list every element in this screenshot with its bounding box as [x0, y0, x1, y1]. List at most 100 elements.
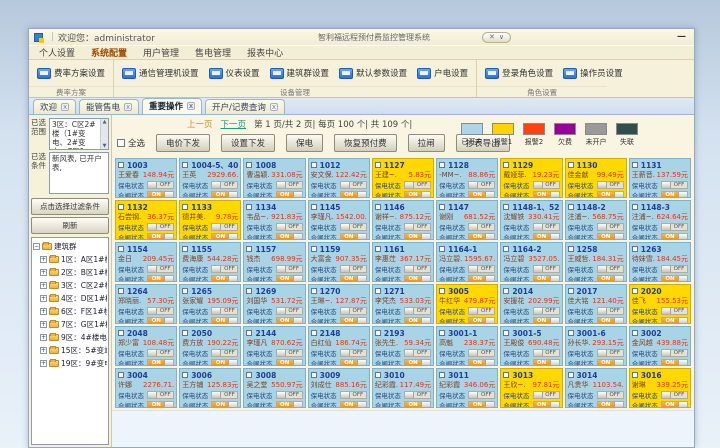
protect-status-toggle[interactable]: OFF	[147, 265, 174, 273]
card-checkbox[interactable]	[246, 330, 252, 336]
protect-status-toggle[interactable]: OFF	[533, 223, 560, 231]
expand-icon[interactable]: +	[40, 295, 47, 302]
switch-status-toggle[interactable]: ON	[533, 317, 560, 325]
switch-status-toggle[interactable]: ON	[211, 275, 238, 283]
card-checkbox[interactable]	[118, 372, 124, 378]
card-checkbox[interactable]	[503, 288, 509, 294]
card-checkbox[interactable]	[311, 204, 317, 210]
meter-card[interactable]: 1263 待妹雪. 184.45元 保电状态 OFF	[629, 242, 691, 282]
switch-status-toggle[interactable]: ON	[597, 275, 624, 283]
default-params-settings-button[interactable]: 默认参数设置	[339, 67, 407, 79]
card-checkbox[interactable]	[632, 162, 638, 168]
switch-status-toggle[interactable]: ON	[404, 191, 431, 199]
switch-status-toggle[interactable]: ON	[597, 233, 624, 241]
meter-card[interactable]: 3005 牛红华 479.87元 保电状态 OFF	[436, 284, 498, 324]
card-checkbox[interactable]	[503, 372, 509, 378]
meter-card[interactable]: 1131 王薪音. 137.59元 保电状态 OFF	[629, 158, 691, 198]
card-checkbox[interactable]	[632, 288, 638, 294]
protect-status-toggle[interactable]: OFF	[276, 391, 303, 399]
tree-root[interactable]: − 建筑群	[33, 240, 107, 253]
switch-status-toggle[interactable]: ON	[211, 191, 238, 199]
card-checkbox[interactable]	[632, 372, 638, 378]
protect-status-toggle[interactable]: OFF	[340, 181, 367, 189]
card-checkbox[interactable]	[246, 162, 252, 168]
switch-status-toggle[interactable]: ON	[597, 317, 624, 325]
meter-card[interactable]: 3004 许娜 2276.71. 保电状态 OFF	[115, 368, 177, 408]
switch-status-toggle[interactable]: ON	[597, 359, 624, 367]
switch-status-toggle[interactable]: ON	[533, 191, 560, 199]
protect-status-toggle[interactable]: OFF	[468, 307, 495, 315]
menu-item-sales[interactable]: 售电管理	[195, 46, 231, 59]
card-checkbox[interactable]	[568, 162, 574, 168]
switch-status-toggle[interactable]: ON	[147, 275, 174, 283]
tree-item[interactable]: + 15区：5#变站（3#	[33, 344, 107, 357]
protect-status-toggle[interactable]: OFF	[211, 391, 238, 399]
switch-status-toggle[interactable]: ON	[211, 233, 238, 241]
card-checkbox[interactable]	[439, 162, 445, 168]
card-checkbox[interactable]	[568, 372, 574, 378]
protect-status-toggle[interactable]: OFF	[661, 265, 688, 273]
card-checkbox[interactable]	[375, 246, 381, 252]
protect-status-toggle[interactable]: OFF	[404, 265, 431, 273]
switch-status-toggle[interactable]: ON	[276, 359, 303, 367]
meter-settings-button[interactable]: 仪表设置	[209, 67, 260, 79]
switch-status-toggle[interactable]: ON	[597, 401, 624, 409]
expand-icon[interactable]: +	[40, 334, 47, 341]
switch-status-toggle[interactable]: ON	[533, 359, 560, 367]
building-group-settings-button[interactable]: 建筑群设置	[270, 67, 330, 79]
card-checkbox[interactable]	[311, 330, 317, 336]
card-checkbox[interactable]	[246, 204, 252, 210]
meter-card[interactable]: 3011 纪彩霞 346.06元 保电状态 OFF	[436, 368, 498, 408]
protect-status-toggle[interactable]: OFF	[597, 223, 624, 231]
protect-status-toggle[interactable]: OFF	[211, 265, 238, 273]
protect-status-toggle[interactable]: OFF	[597, 349, 624, 357]
tab-important-operations[interactable]: 重要操作 x	[142, 98, 202, 114]
tab-welcome[interactable]: 欢迎 x	[33, 99, 76, 114]
card-checkbox[interactable]	[568, 204, 574, 210]
expand-icon[interactable]: +	[40, 308, 47, 315]
meter-card[interactable]: 1271 李凭杰 533.03元 保电状态 OFF	[372, 284, 434, 324]
select-all-control[interactable]: 全选	[117, 137, 145, 149]
toolbar-button[interactable]: 设置下发	[221, 134, 275, 152]
expand-icon[interactable]: +	[40, 321, 47, 328]
card-checkbox[interactable]	[182, 204, 188, 210]
protect-status-toggle[interactable]: OFF	[661, 181, 688, 189]
card-checkbox[interactable]	[375, 288, 381, 294]
card-checkbox[interactable]	[632, 246, 638, 252]
close-icon[interactable]: x	[270, 103, 278, 111]
card-checkbox[interactable]	[182, 246, 188, 252]
switch-status-toggle[interactable]: ON	[661, 233, 688, 241]
menu-item-users[interactable]: 用户管理	[143, 46, 179, 59]
meter-card[interactable]: 3010 纪彩霞. 117.49元 保电状态 OFF	[372, 368, 434, 408]
card-checkbox[interactable]	[439, 204, 445, 210]
protect-status-toggle[interactable]: OFF	[340, 307, 367, 315]
card-checkbox[interactable]	[311, 372, 317, 378]
menu-item-personal[interactable]: 个人设置	[39, 46, 75, 59]
arrow-down-icon[interactable]: ▼	[101, 143, 108, 149]
card-checkbox[interactable]	[503, 204, 509, 210]
meter-card[interactable]: 1155 费海康 544.28元 保电状态 OFF	[179, 242, 241, 282]
meter-card[interactable]: 3008 吴之堂 550.97元 保电状态 OFF	[243, 368, 305, 408]
meter-card[interactable]: 1127 王建~. 5.83元 保电状态 OFF	[372, 158, 434, 198]
card-checkbox[interactable]	[375, 372, 381, 378]
card-checkbox[interactable]	[375, 204, 381, 210]
meter-card[interactable]: 2020 佳飞 155.53元 保电状态 OFF	[629, 284, 691, 324]
protect-status-toggle[interactable]: OFF	[404, 391, 431, 399]
card-checkbox[interactable]	[182, 288, 188, 294]
protect-status-toggle[interactable]: OFF	[276, 181, 303, 189]
switch-status-toggle[interactable]: ON	[340, 401, 367, 409]
protect-status-toggle[interactable]: OFF	[404, 223, 431, 231]
comm-manager-settings-button[interactable]: 通信管理机设置	[122, 67, 199, 79]
meter-card[interactable]: 1008 曹温颖. 331.08元 保电状态 OFF	[243, 158, 305, 198]
meter-card[interactable]: 3009 刘成仕 885.16元 保电状态 OFF	[308, 368, 370, 408]
meter-card[interactable]: 1130 佳金献 99.49元 保电状态 OFF	[565, 158, 627, 198]
meter-card[interactable]: 1133 德井美. 9.78元 保电状态 OFF	[179, 200, 241, 240]
refresh-button[interactable]: 刷新	[31, 217, 109, 234]
tree-item[interactable]: + 2区：B区1#楼/B区1	[33, 266, 107, 279]
protect-status-toggle[interactable]: OFF	[211, 181, 238, 189]
skin-selector[interactable]: ✕ ∨	[482, 32, 511, 43]
tree-item[interactable]: + 7区：G区1#楼	[33, 318, 107, 331]
meter-card[interactable]: 3001-1 高魁 238.37元 保电状态 OFF	[436, 326, 498, 366]
scrollbar[interactable]: ▲▼	[100, 119, 108, 149]
protect-status-toggle[interactable]: OFF	[211, 349, 238, 357]
